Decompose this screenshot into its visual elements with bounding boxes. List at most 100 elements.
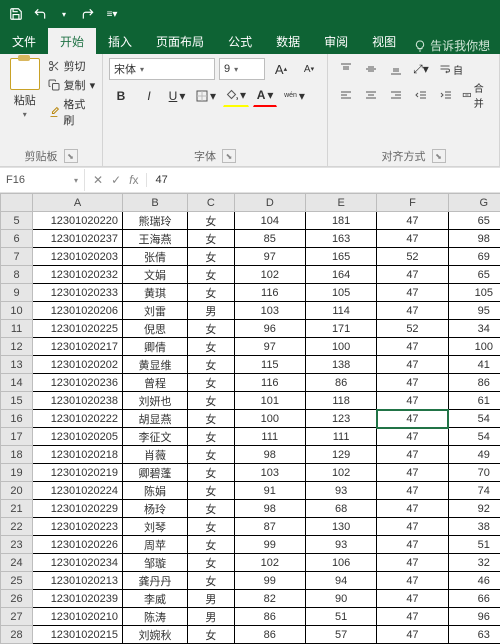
enter-formula-icon[interactable]: ✓ (111, 173, 121, 187)
cell[interactable]: 卿碧蓬 (122, 464, 187, 482)
row-header[interactable]: 12 (1, 338, 33, 356)
cell[interactable]: 70 (448, 464, 500, 482)
cell[interactable]: 38 (448, 518, 500, 536)
cell[interactable]: 116 (234, 284, 305, 302)
cell[interactable]: 47 (377, 500, 448, 518)
italic-button[interactable]: I (137, 85, 161, 107)
cell[interactable]: 刘妍也 (122, 392, 187, 410)
cell[interactable]: 103 (234, 302, 305, 320)
row-header[interactable]: 24 (1, 554, 33, 572)
cell[interactable]: 93 (305, 482, 376, 500)
cell[interactable]: 12301020226 (33, 536, 123, 554)
tab-page-layout[interactable]: 页面布局 (144, 28, 216, 54)
cell[interactable]: 12301020238 (33, 392, 123, 410)
align-right-button[interactable] (384, 84, 408, 106)
cell[interactable]: 106 (305, 554, 376, 572)
customize-qat-icon[interactable]: ≡▾ (103, 5, 121, 23)
row-header[interactable]: 11 (1, 320, 33, 338)
cell[interactable]: 99 (234, 572, 305, 590)
cut-button[interactable]: 剪切 (48, 58, 96, 74)
cell[interactable]: 102 (234, 554, 305, 572)
fx-icon[interactable]: fx (129, 173, 138, 187)
redo-icon[interactable] (79, 5, 97, 23)
cell[interactable]: 女 (188, 266, 235, 284)
cell[interactable]: 女 (188, 626, 235, 644)
row-header[interactable]: 9 (1, 284, 33, 302)
cell[interactable]: 115 (234, 356, 305, 374)
cell[interactable]: 87 (234, 518, 305, 536)
cell[interactable]: 92 (448, 500, 500, 518)
cell[interactable]: 96 (234, 320, 305, 338)
cell[interactable]: 51 (305, 608, 376, 626)
cell[interactable]: 女 (188, 338, 235, 356)
cell[interactable]: 12301020239 (33, 590, 123, 608)
tab-home[interactable]: 开始 (48, 28, 96, 54)
cell[interactable]: 47 (377, 482, 448, 500)
cell[interactable]: 李征文 (122, 428, 187, 446)
cell[interactable]: 女 (188, 248, 235, 266)
cell[interactable]: 黄显维 (122, 356, 187, 374)
undo-dropdown-icon[interactable]: ▾ (55, 5, 73, 23)
align-center-button[interactable] (359, 84, 383, 106)
cell[interactable]: 47 (377, 266, 448, 284)
font-launcher[interactable]: ⬊ (222, 149, 236, 163)
cell[interactable]: 74 (448, 482, 500, 500)
cell[interactable]: 100 (234, 410, 305, 428)
row-header[interactable]: 6 (1, 230, 33, 248)
row-header[interactable]: 20 (1, 482, 33, 500)
cell[interactable]: 12301020233 (33, 284, 123, 302)
align-top-button[interactable] (334, 58, 358, 80)
row-header[interactable]: 13 (1, 356, 33, 374)
cell[interactable]: 98 (448, 230, 500, 248)
cell[interactable]: 12301020223 (33, 518, 123, 536)
alignment-launcher[interactable]: ⬊ (432, 149, 446, 163)
cell[interactable]: 47 (377, 410, 448, 428)
cell[interactable]: 86 (234, 626, 305, 644)
cell[interactable]: 99 (234, 536, 305, 554)
cell[interactable]: 周苹 (122, 536, 187, 554)
tab-file[interactable]: 文件 (0, 28, 48, 54)
row-header[interactable]: 22 (1, 518, 33, 536)
increase-indent-button[interactable] (434, 84, 458, 106)
cell[interactable]: 129 (305, 446, 376, 464)
cell[interactable]: 男 (188, 608, 235, 626)
cell[interactable]: 47 (377, 536, 448, 554)
cell[interactable]: 刘琴 (122, 518, 187, 536)
cell[interactable]: 138 (305, 356, 376, 374)
column-header[interactable]: C (188, 194, 235, 212)
cell[interactable]: 100 (448, 338, 500, 356)
cell[interactable]: 47 (377, 446, 448, 464)
cell[interactable]: 曾程 (122, 374, 187, 392)
column-header[interactable]: F (377, 194, 448, 212)
cell[interactable]: 文娟 (122, 266, 187, 284)
cell[interactable]: 47 (377, 590, 448, 608)
cancel-formula-icon[interactable]: ✕ (93, 173, 103, 187)
row-header[interactable]: 17 (1, 428, 33, 446)
orientation-button[interactable]: ⤢▾ (409, 58, 433, 80)
cell[interactable]: 女 (188, 230, 235, 248)
cell[interactable]: 52 (377, 320, 448, 338)
cell[interactable]: 116 (234, 374, 305, 392)
save-icon[interactable] (7, 5, 25, 23)
cell[interactable]: 105 (448, 284, 500, 302)
cell[interactable]: 41 (448, 356, 500, 374)
cell[interactable]: 12301020218 (33, 446, 123, 464)
increase-font-button[interactable]: A▴ (269, 58, 293, 80)
cell[interactable]: 47 (377, 608, 448, 626)
cell[interactable]: 47 (377, 374, 448, 392)
cell[interactable]: 12301020234 (33, 554, 123, 572)
column-header[interactable]: G (448, 194, 500, 212)
cell[interactable]: 47 (377, 212, 448, 230)
row-header[interactable]: 19 (1, 464, 33, 482)
cell[interactable]: 邹璇 (122, 554, 187, 572)
cell[interactable]: 47 (377, 464, 448, 482)
cell[interactable]: 57 (305, 626, 376, 644)
column-header[interactable]: B (122, 194, 187, 212)
spreadsheet-grid[interactable]: ABCDEFG 512301020220熊瑞玲女1041814765612301… (0, 193, 500, 644)
cell[interactable]: 90 (305, 590, 376, 608)
cell[interactable]: 12301020210 (33, 608, 123, 626)
cell[interactable]: 49 (448, 446, 500, 464)
cell[interactable]: 111 (305, 428, 376, 446)
row-header[interactable]: 25 (1, 572, 33, 590)
row-header[interactable]: 15 (1, 392, 33, 410)
